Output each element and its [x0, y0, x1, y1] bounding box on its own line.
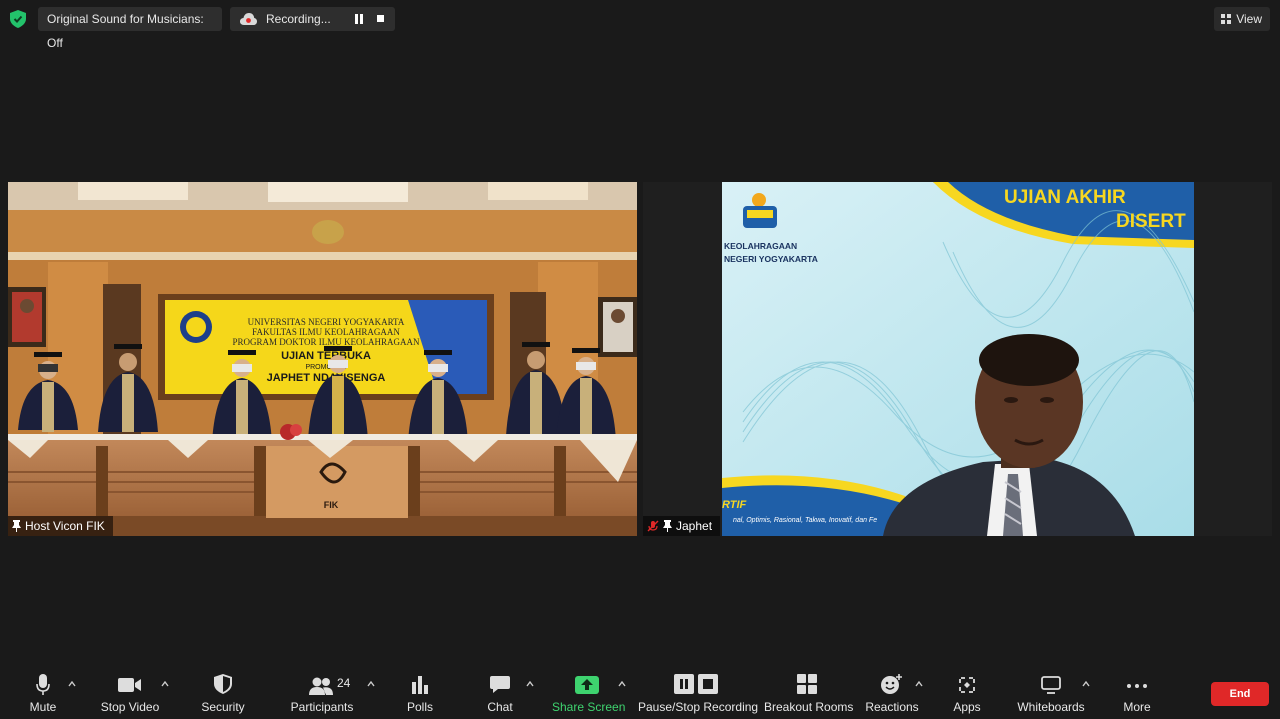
- chat-label: Chat: [487, 700, 513, 714]
- cloud-recording-icon: [240, 13, 257, 25]
- more-label: More: [1123, 700, 1151, 714]
- participant-name-host: Host Vicon FIK: [25, 519, 105, 533]
- pin-icon: [663, 520, 672, 532]
- mute-label: Mute: [29, 700, 57, 714]
- slide-org-2: NEGERI YOGYAKARTA: [724, 254, 818, 264]
- participant-name-japhet: Japhet: [676, 519, 713, 533]
- view-label: View: [1236, 12, 1262, 26]
- slide-org-1: KEOLAHRAGAAN: [724, 241, 797, 251]
- apps-label: Apps: [953, 700, 981, 714]
- chat-button[interactable]: Chat: [478, 664, 522, 719]
- recording-indicator: Recording...: [230, 7, 395, 31]
- video-tile-japhet[interactable]: KEOLAHRAGAAN NEGERI YOGYAKARTA UJIAN AKH…: [643, 182, 1272, 536]
- speaker-scene: KEOLAHRAGAAN NEGERI YOGYAKARTA UJIAN AKH…: [643, 182, 1272, 536]
- original-sound-indicator[interactable]: Original Sound for Musicians: Off: [38, 7, 222, 50]
- reactions-options-chevron-up-icon[interactable]: [915, 681, 923, 687]
- polls-bar-chart-icon: [412, 676, 428, 694]
- slide-footer-1: RTIF: [722, 499, 747, 511]
- breakout-rooms-button[interactable]: Breakout Rooms: [764, 664, 854, 719]
- stop-recording-icon[interactable]: [377, 15, 384, 22]
- stop-video-label: Stop Video: [100, 700, 160, 714]
- original-sound-label: Original Sound for Musicians: Off: [47, 12, 204, 50]
- reactions-emoji-icon: [881, 674, 902, 694]
- share-screen-arrow-icon: [575, 676, 599, 694]
- chat-bubble-icon: [490, 676, 510, 693]
- mute-button[interactable]: Mute: [18, 664, 68, 719]
- security-label: Security: [201, 700, 245, 714]
- share-screen-label: Share Screen: [552, 700, 626, 714]
- banner-line-3: PROGRAM DOKTOR ILMU KEOLAHRAGAAN: [232, 337, 420, 347]
- slide-footer-2: nal, Optimis, Rasional, Takwa, Inovatif,…: [733, 517, 877, 524]
- pause-recording-icon[interactable]: [354, 14, 364, 24]
- whiteboards-options-chevron-up-icon[interactable]: [1082, 681, 1090, 687]
- pause-stop-recording-icon: [674, 674, 718, 694]
- participant-nameplate-host: Host Vicon FIK: [8, 516, 113, 536]
- security-button[interactable]: Security: [196, 664, 250, 719]
- mute-options-chevron-up-icon[interactable]: [68, 681, 76, 687]
- apps-icon: [959, 677, 975, 693]
- video-tile-host[interactable]: UNIVERSITAS NEGERI YOGYAKARTA FAKULTAS I…: [8, 182, 637, 536]
- chat-options-chevron-up-icon[interactable]: [526, 681, 534, 687]
- banner-line-4: UJIAN TERBUKA: [281, 350, 371, 362]
- meeting-top-bar: Original Sound for Musicians: Off Record…: [0, 0, 1280, 50]
- end-label: End: [1229, 688, 1251, 700]
- view-button[interactable]: View: [1214, 7, 1270, 31]
- participants-count: 24: [337, 676, 351, 690]
- banner-line-2: FAKULTAS ILMU KEOLAHRAGAAN: [252, 327, 400, 337]
- view-grid-icon: [1221, 14, 1232, 24]
- end-meeting-button[interactable]: End: [1211, 682, 1269, 706]
- participants-label: Participants: [290, 700, 354, 714]
- video-options-chevron-up-icon[interactable]: [161, 681, 169, 687]
- polls-label: Polls: [406, 700, 433, 714]
- participants-button[interactable]: Participants: [288, 664, 356, 719]
- microphone-icon: [36, 674, 50, 695]
- slide-title-2: DISERT: [1116, 211, 1186, 232]
- share-options-chevron-up-icon[interactable]: [618, 681, 626, 687]
- reactions-label: Reactions: [865, 700, 919, 714]
- apps-button[interactable]: Apps: [946, 664, 988, 719]
- stop-video-button[interactable]: Stop Video: [96, 664, 164, 719]
- participants-options-chevron-up-icon[interactable]: [367, 681, 375, 687]
- more-ellipsis-icon: [1127, 684, 1147, 688]
- banner-line-1: UNIVERSITAS NEGERI YOGYAKARTA: [248, 317, 405, 327]
- muted-mic-icon: [647, 520, 659, 532]
- pause-stop-recording-label: Pause/Stop Recording: [638, 700, 759, 714]
- reactions-button[interactable]: Reactions: [864, 664, 920, 719]
- whiteboards-label: Whiteboards: [1017, 700, 1085, 714]
- recording-label: Recording...: [266, 12, 331, 26]
- participant-nameplate-japhet: Japhet: [643, 516, 721, 536]
- meeting-controls-toolbar: Mute Stop Video Security Participants 24…: [0, 664, 1280, 719]
- more-button[interactable]: More: [1116, 664, 1158, 719]
- whiteboard-icon: [1041, 676, 1061, 694]
- polls-button[interactable]: Polls: [398, 664, 442, 719]
- security-shield-icon: [214, 674, 232, 694]
- breakout-rooms-grid-icon: [797, 674, 817, 694]
- encryption-shield-icon[interactable]: [10, 10, 26, 28]
- video-camera-icon: [118, 678, 141, 692]
- pause-stop-recording-button[interactable]: Pause/Stop Recording: [638, 664, 759, 719]
- whiteboards-button[interactable]: Whiteboards: [1016, 664, 1086, 719]
- breakout-rooms-label: Breakout Rooms: [764, 700, 854, 714]
- pin-icon: [12, 520, 21, 532]
- ceremony-room-scene: UNIVERSITAS NEGERI YOGYAKARTA FAKULTAS I…: [8, 182, 637, 536]
- podium-label: FIK: [324, 500, 339, 510]
- share-screen-button[interactable]: Share Screen: [552, 664, 626, 719]
- slide-title-1: UJIAN AKHIR: [1004, 187, 1126, 208]
- participants-icon: [309, 677, 333, 695]
